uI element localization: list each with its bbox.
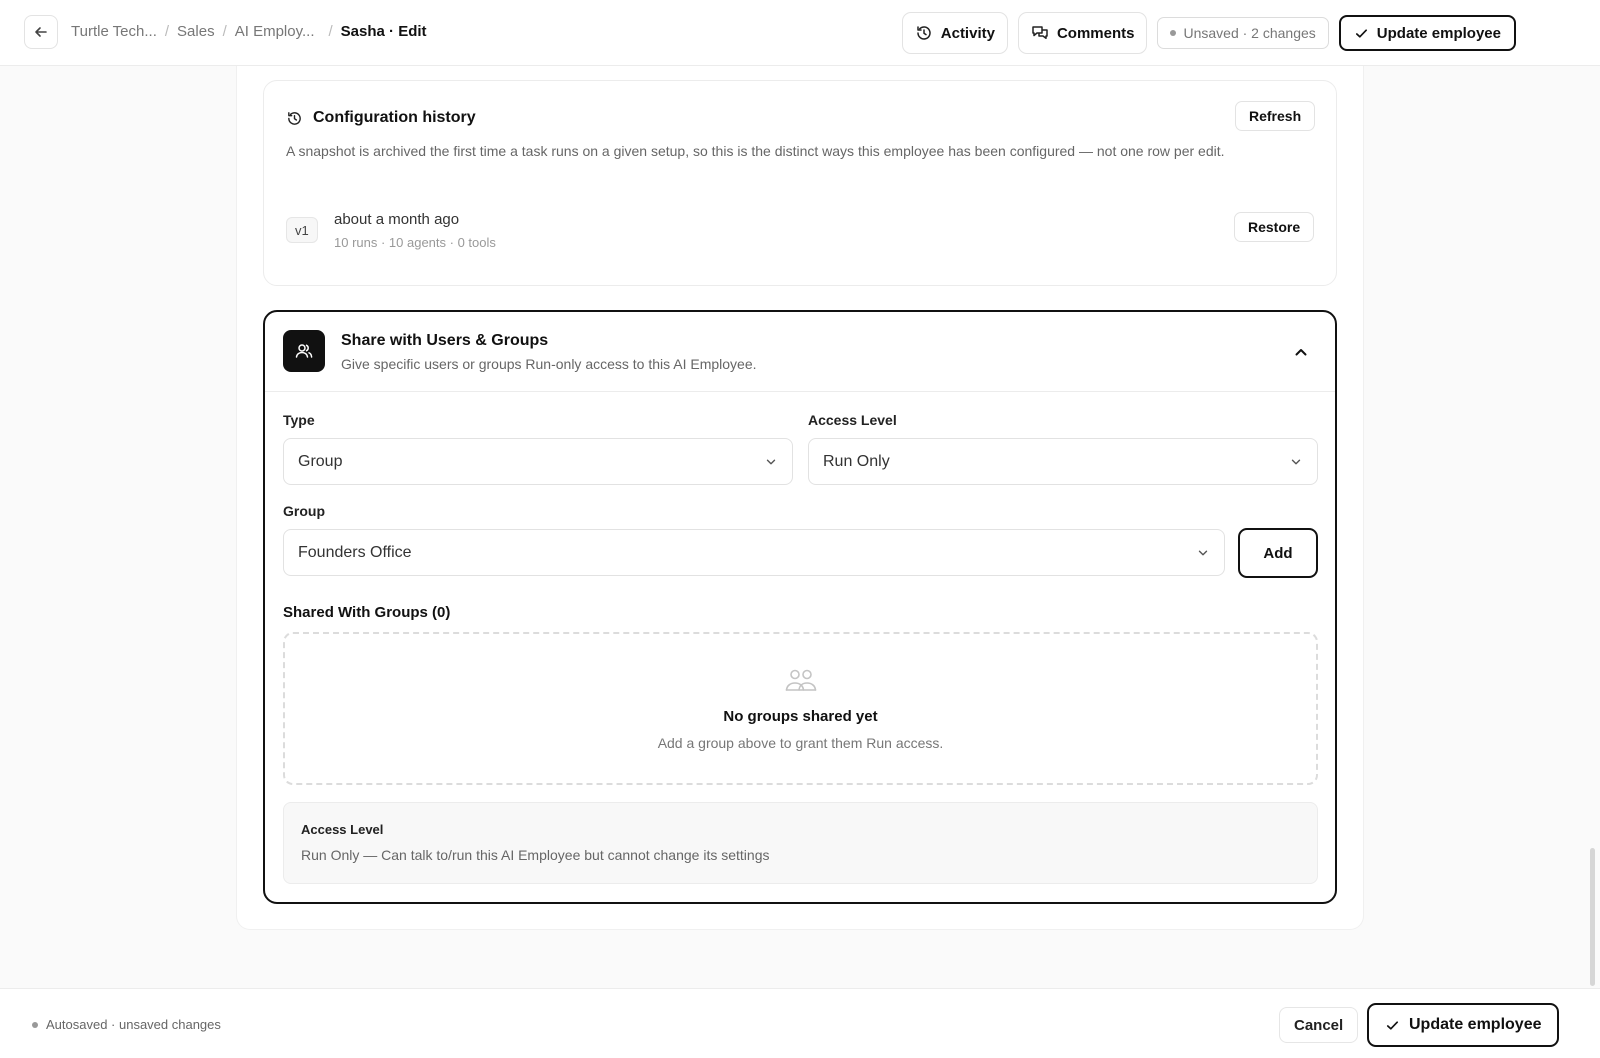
bottom-bar: Autosaved · unsaved changes Cancel Updat… <box>0 988 1600 1058</box>
refresh-button[interactable]: Refresh <box>1235 101 1316 131</box>
activity-button[interactable]: Activity <box>901 12 1008 54</box>
update-label: Update employee <box>1409 1016 1542 1033</box>
breadcrumb-separator: / <box>164 23 170 40</box>
top-bar: Turtle Tech... / Sales / AI Employ... / … <box>0 0 1600 66</box>
breadcrumb-current: Sasha · Edit <box>340 23 427 40</box>
empty-state-subtitle: Add a group above to grant them Run acce… <box>657 735 944 751</box>
type-label: Type <box>283 412 315 428</box>
users-icon <box>283 330 325 372</box>
chevron-up-icon <box>1295 349 1307 356</box>
comments-icon <box>1032 26 1048 40</box>
history-icon <box>288 111 301 125</box>
version-time: about a month ago <box>334 211 460 228</box>
top-actions: Activity Comments Unsaved · 2 changes Up… <box>901 12 1516 54</box>
check-icon <box>1386 1020 1399 1030</box>
back-button[interactable] <box>24 15 58 49</box>
share-users-groups-card: Share with Users & Groups Give specific … <box>263 310 1337 904</box>
type-select[interactable]: Group <box>283 438 793 485</box>
update-employee-button-bottom[interactable]: Update employee <box>1367 1003 1560 1047</box>
chevron-down-icon <box>766 459 776 464</box>
cancel-button[interactable]: Cancel <box>1279 1007 1359 1043</box>
add-group-button[interactable]: Add <box>1238 528 1318 578</box>
history-icon <box>917 26 931 40</box>
arrow-left-icon <box>35 27 47 37</box>
status-dot <box>32 1021 38 1028</box>
access-level-info: Access Level Run Only — Can talk to/run … <box>283 802 1318 884</box>
group-select[interactable]: Founders Office <box>283 529 1225 576</box>
unsaved-status-badge: Unsaved · 2 changes <box>1157 17 1329 49</box>
info-text: Run Only — Can talk to/run this AI Emplo… <box>301 847 770 863</box>
access-level-label: Access Level <box>808 412 897 428</box>
restore-button[interactable]: Restore <box>1234 212 1315 242</box>
empty-state: No groups shared yet Add a group above t… <box>283 632 1318 785</box>
group-label: Group <box>283 503 325 519</box>
version-badge: v1 <box>286 217 318 243</box>
update-employee-button[interactable]: Update employee <box>1338 15 1516 51</box>
chevron-down-icon <box>1291 459 1301 464</box>
chevron-down-icon <box>1198 550 1208 555</box>
users-icon <box>784 668 818 697</box>
collapse-button[interactable] <box>1287 338 1315 366</box>
breadcrumb-sales[interactable]: Sales <box>177 23 215 40</box>
comments-button[interactable]: Comments <box>1017 12 1148 54</box>
share-header[interactable]: Share with Users & Groups Give specific … <box>265 312 1335 392</box>
check-icon <box>1355 28 1367 38</box>
empty-state-title: No groups shared yet <box>723 708 878 725</box>
breadcrumb-ai-employees[interactable]: AI Employ... <box>235 23 315 40</box>
update-label: Update employee <box>1376 24 1501 42</box>
access-level-select[interactable]: Run Only <box>808 438 1318 485</box>
shared-groups-heading: Shared With Groups (0) <box>283 604 451 621</box>
breadcrumb-workspace[interactable]: Turtle Tech... <box>71 23 157 40</box>
history-description: A snapshot is archived the first time a … <box>286 143 1225 159</box>
history-title: Configuration history <box>286 109 476 127</box>
breadcrumb: Turtle Tech... / Sales / AI Employ... / … <box>71 23 427 40</box>
status-dot <box>1170 30 1177 36</box>
autosave-status: Autosaved · unsaved changes <box>32 1017 221 1032</box>
type-select-value: Group <box>298 452 343 470</box>
activity-label: Activity <box>940 24 995 42</box>
info-title: Access Level <box>301 822 384 837</box>
status-label: Unsaved · 2 changes <box>1183 25 1316 41</box>
group-select-value: Founders Office <box>298 543 412 561</box>
share-subtitle: Give specific users or groups Run-only a… <box>341 356 757 372</box>
share-title: Share with Users & Groups <box>341 332 549 349</box>
access-level-value: Run Only <box>823 452 890 470</box>
history-title-text: Configuration history <box>313 109 476 126</box>
breadcrumb-separator: / <box>328 23 333 40</box>
breadcrumb-separator: / <box>222 23 227 40</box>
autosave-label: Autosaved · unsaved changes <box>46 1017 221 1032</box>
scrollbar-thumb[interactable] <box>1590 848 1595 986</box>
version-meta: 10 runs · 10 agents · 0 tools <box>334 235 496 250</box>
configuration-history-card: Configuration history Refresh A snapshot… <box>263 80 1337 286</box>
comments-label: Comments <box>1056 24 1135 42</box>
